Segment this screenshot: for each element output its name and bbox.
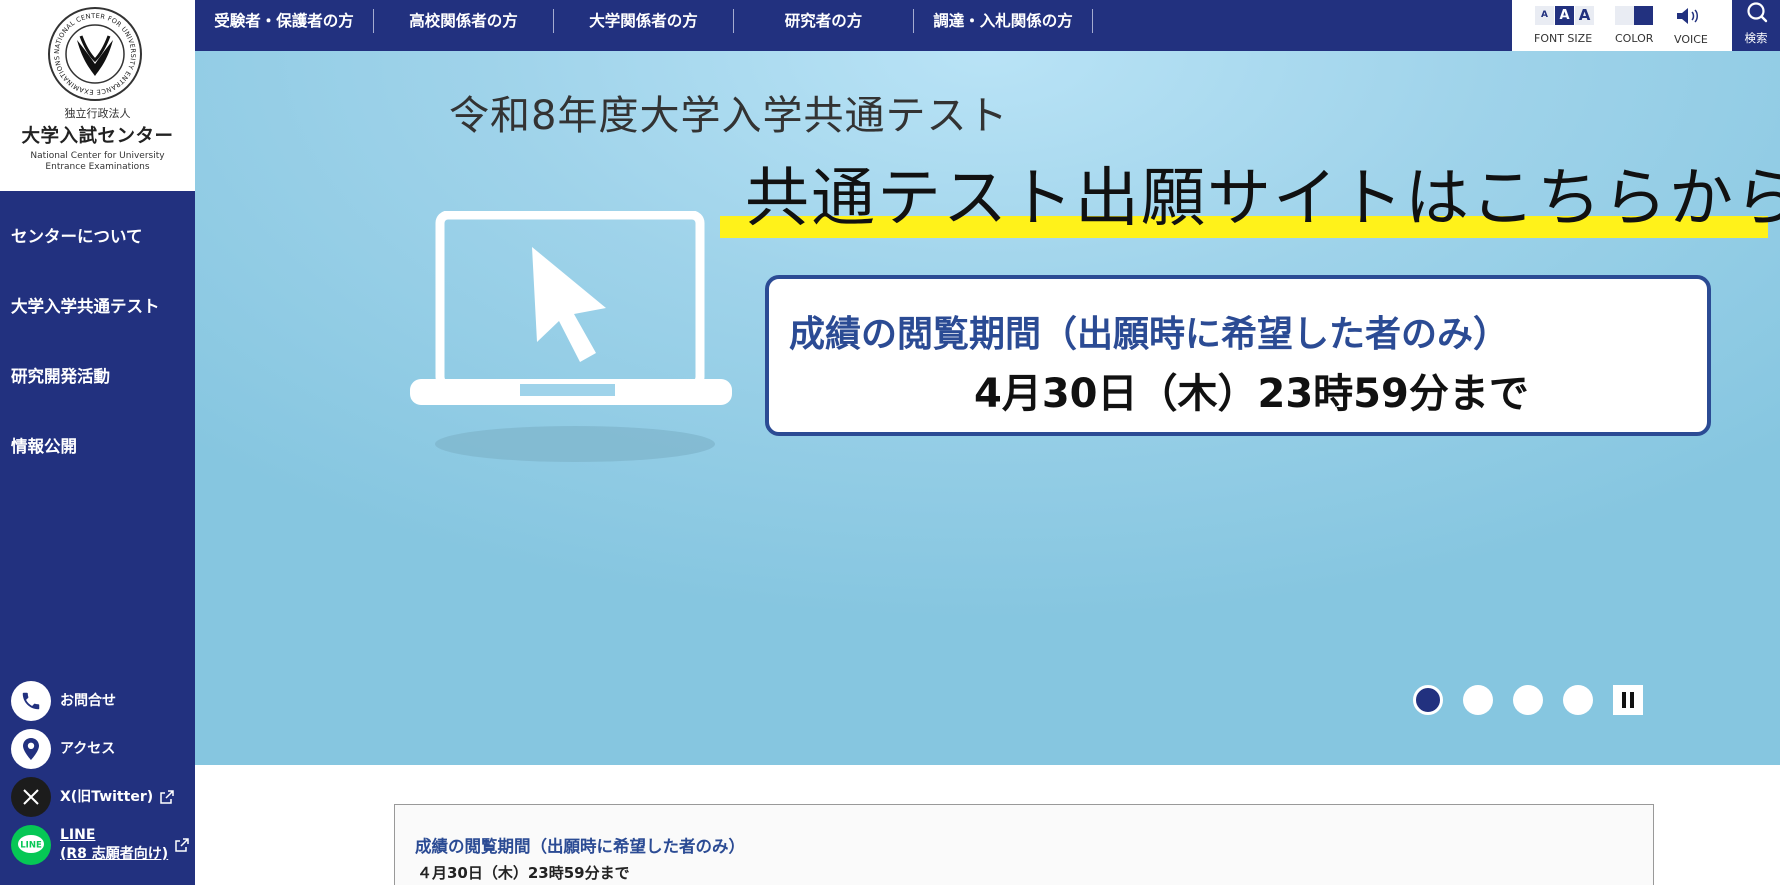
notice-title: 成績の閲覧期間（出願時に希望した者のみ） <box>415 837 745 856</box>
line-label-line2: (R8 志願者向け) <box>60 846 169 862</box>
tab-label: 大学関係者の方 <box>554 9 734 33</box>
voice-label: VOICE <box>1674 33 1708 46</box>
color-dark-button[interactable] <box>1634 6 1653 25</box>
access-label: アクセス <box>60 740 116 757</box>
x-twitter-link[interactable]: X(旧Twitter) <box>0 773 195 821</box>
tab-label: 高校関係者の方 <box>374 9 554 33</box>
sidebar-item-about[interactable]: センターについて <box>0 205 195 275</box>
line-link[interactable]: LINE LINE (R8 志願者向け) <box>0 821 195 869</box>
line-label: LINE (R8 志願者向け) <box>60 826 168 864</box>
font-size-large-button[interactable]: A <box>1575 6 1594 25</box>
slide-dot-4[interactable] <box>1563 685 1593 715</box>
color-light-button[interactable] <box>1615 6 1634 25</box>
slider-pause-button[interactable] <box>1613 685 1643 715</box>
external-link-icon <box>175 838 189 852</box>
tab-examinees-parents[interactable]: 受験者・保護者の方 <box>195 0 374 51</box>
tab-researchers[interactable]: 研究者の方 <box>734 0 914 51</box>
search-icon <box>1747 2 1768 23</box>
tab-label: 受験者・保護者の方 <box>195 9 374 33</box>
search-label: 検索 <box>1744 31 1768 45</box>
notice-body: ４月30日（木）23時59分まで <box>417 864 630 882</box>
emblem-icon: NATIONAL CENTER FOR UNIVERSITY ENTRANCE … <box>48 7 142 101</box>
sidebar-item-disclosure[interactable]: 情報公開 <box>0 415 195 485</box>
sidebar: NATIONAL CENTER FOR UNIVERSITY ENTRANCE … <box>0 0 195 885</box>
site-logo-link[interactable]: NATIONAL CENTER FOR UNIVERSITY ENTRANCE … <box>0 0 195 191</box>
logo-subtitle: 独立行政法人 <box>64 107 131 120</box>
audience-nav: 受験者・保護者の方 高校関係者の方 大学関係者の方 研究者の方 調達・入札関係の… <box>195 0 1093 51</box>
line-logo-icon: LINE <box>11 825 51 865</box>
phone-icon <box>11 681 51 721</box>
hero-info-heading: 成績の閲覧期間（出願時に希望した者のみ） <box>789 314 1510 355</box>
external-link-icon <box>160 790 174 804</box>
color-label: COLOR <box>1615 32 1654 45</box>
slide-dot-2[interactable] <box>1463 685 1493 715</box>
sidebar-item-research[interactable]: 研究開発活動 <box>0 345 195 415</box>
tab-high-school[interactable]: 高校関係者の方 <box>374 0 554 51</box>
x-twitter-label: X(旧Twitter) <box>60 788 154 805</box>
slide-dot-3[interactable] <box>1513 685 1543 715</box>
speaker-icon <box>1677 8 1698 24</box>
hero-info-box: 成績の閲覧期間（出願時に希望した者のみ） 4月30日（木）23時59分まで <box>765 275 1711 436</box>
pause-icon <box>1622 692 1634 708</box>
laptop-cursor-icon <box>410 211 732 462</box>
tab-label: 調達・入札関係の方 <box>914 9 1093 33</box>
map-pin-icon <box>11 729 51 769</box>
search-button[interactable]: 検索 <box>1732 0 1780 51</box>
slide-dot-1[interactable] <box>1413 685 1443 715</box>
hero-title: 共通テスト出願サイトはこちらから <box>745 162 1780 236</box>
font-size-medium-button[interactable]: A <box>1555 6 1574 25</box>
sidebar-nav: センターについて 大学入学共通テスト 研究開発活動 情報公開 <box>0 205 195 485</box>
x-logo-icon <box>11 777 51 817</box>
hero-year-text: 令和8年度大学入学共通テスト <box>449 93 1009 139</box>
hero-info-deadline: 4月30日（木）23時59分まで <box>974 371 1529 417</box>
notice-box: 成績の閲覧期間（出願時に希望した者のみ） ４月30日（木）23時59分まで <box>394 804 1654 885</box>
tab-procurement[interactable]: 調達・入札関係の方 <box>914 0 1093 51</box>
font-size-small-button[interactable]: A <box>1535 6 1554 25</box>
line-label-line1: LINE <box>60 827 96 843</box>
voice-button[interactable] <box>1675 6 1705 30</box>
sidebar-links: お問合せ アクセス X(旧Twitter) LINE LINE (R8 志願者向… <box>0 677 195 869</box>
hero-slider[interactable]: 令和8年度大学入学共通テスト 共通テスト出願サイトはこちらから 成績の閲覧期間（… <box>195 51 1780 765</box>
slider-pagination <box>1413 685 1643 715</box>
page: NATIONAL CENTER FOR UNIVERSITY ENTRANCE … <box>0 0 1780 885</box>
font-size-label: FONT SIZE <box>1534 32 1593 45</box>
tab-university[interactable]: 大学関係者の方 <box>554 0 734 51</box>
logo-english: National Center for University Entrance … <box>30 151 165 172</box>
contact-label: お問合せ <box>60 692 116 709</box>
sidebar-item-common-test[interactable]: 大学入学共通テスト <box>0 275 195 345</box>
tab-label: 研究者の方 <box>734 9 914 33</box>
access-link[interactable]: アクセス <box>0 725 195 773</box>
accessibility-tools: A A A FONT SIZE COLOR VOICE <box>1512 0 1732 51</box>
svg-text:LINE: LINE <box>20 841 42 851</box>
contact-link[interactable]: お問合せ <box>0 677 195 725</box>
logo-name: 大学入試センター <box>21 126 174 147</box>
